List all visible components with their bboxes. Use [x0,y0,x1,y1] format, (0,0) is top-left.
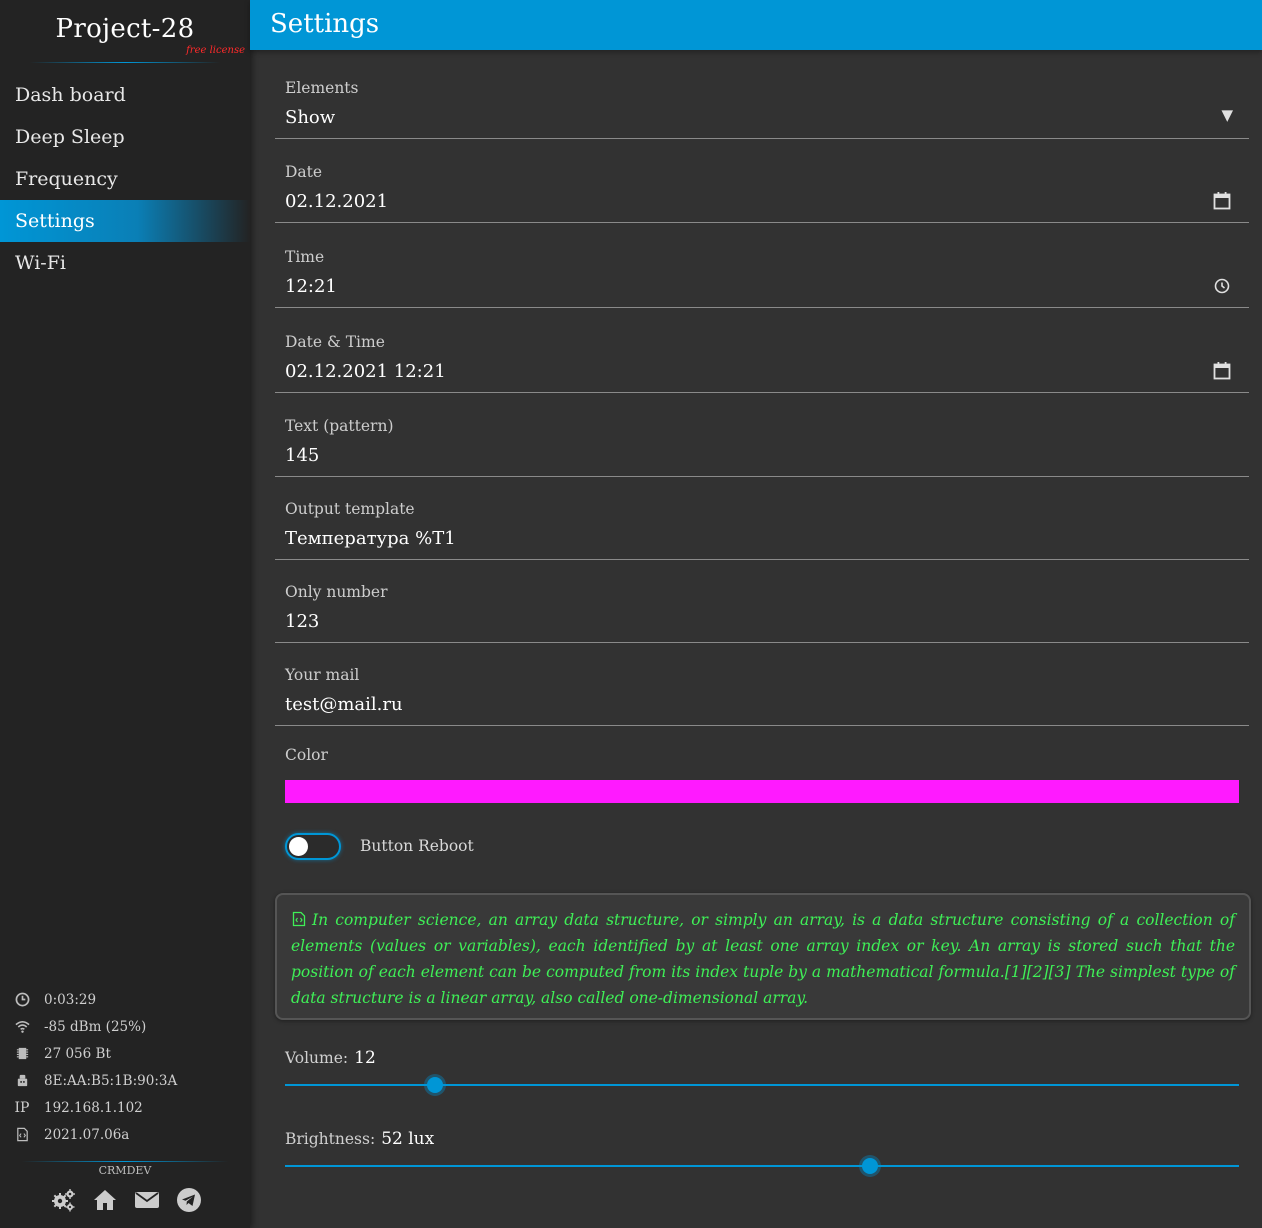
settings-form: Elements Show ▼ Date 02.12.2021 Time 12:… [250,50,1262,1228]
telegram-icon[interactable] [174,1186,204,1214]
only-number-value[interactable]: 123 [285,611,319,632]
email-value[interactable]: test@mail.ru [285,694,403,715]
footer-divider [22,1161,228,1162]
time-value[interactable]: 12:21 [285,276,337,297]
status-uptime: 0:03:29 [0,986,250,1013]
text-pattern-label: Text (pattern) [285,417,394,435]
footer-icons [48,1186,204,1214]
footer-brand: CRMDEV [98,1164,152,1177]
wifi-icon [13,1018,31,1036]
brand-title: Project-28 [55,14,195,44]
output-template-field[interactable]: Output template Температура %T1 [275,475,1249,560]
reboot-toggle[interactable] [285,833,341,860]
mac-value: 8E:AA:B5:1B:90:3A [44,1072,178,1089]
datetime-label: Date & Time [285,333,385,351]
chip-icon [13,1045,31,1063]
info-note: In computer science, an array data struc… [275,893,1251,1020]
status-firmware: 2021.07.06a [0,1121,250,1148]
sidebar-nav: Dash board Deep Sleep Frequency Settings… [0,74,250,284]
status-memory: 27 056 Bt [0,1040,250,1067]
memory-value: 27 056 Bt [44,1045,111,1062]
elements-value[interactable]: Show [285,107,335,128]
license-badge: free license [186,45,245,56]
status-wifi: -85 dBm (25%) [0,1013,250,1040]
volume-slider-thumb[interactable] [426,1077,443,1093]
date-field[interactable]: Date 02.12.2021 [275,138,1249,223]
calendar-icon[interactable] [1211,190,1233,212]
firmware-value: 2021.07.06a [44,1126,130,1143]
file-code-icon [292,911,306,927]
sidebar: Project-28 free license Dash board Deep … [0,0,250,1228]
top-bar: Settings [250,0,1262,50]
sidebar-item-deep-sleep[interactable]: Deep Sleep [0,116,250,158]
brightness-label-text: Brightness: [285,1130,376,1148]
mail-icon[interactable] [132,1186,162,1214]
robot-icon [13,1072,31,1090]
toggle-knob [289,837,308,856]
time-field[interactable]: Time 12:21 [275,223,1249,308]
sidebar-item-frequency[interactable]: Frequency [0,158,250,200]
sidebar-item-settings[interactable]: Settings [0,200,250,242]
only-number-label: Only number [285,583,388,601]
brightness-label: Brightness: 52 lux [285,1129,434,1149]
brightness-value: 52 lux [381,1129,435,1149]
volume-label: Volume: 12 [285,1048,376,1068]
sidebar-item-wifi[interactable]: Wi-Fi [0,242,250,284]
time-label: Time [285,248,325,266]
ip-icon: IP [14,1099,30,1116]
file-code-icon [13,1126,31,1144]
elements-select[interactable]: Elements Show ▼ [275,54,1249,139]
status-panel: 0:03:29 -85 dBm (25%) 27 056 Bt 8E:AA:B5… [0,986,250,1148]
status-mac: 8E:AA:B5:1B:90:3A [0,1067,250,1094]
output-template-label: Output template [285,500,415,518]
volume-label-text: Volume: [285,1049,349,1067]
sidebar-item-dashboard[interactable]: Dash board [0,74,250,116]
date-value[interactable]: 02.12.2021 [285,191,388,212]
brand: Project-28 free license [0,0,250,66]
text-pattern-field[interactable]: Text (pattern) 145 [275,392,1249,477]
text-pattern-value[interactable]: 145 [285,445,319,466]
only-number-field[interactable]: Only number 123 [275,558,1249,643]
note-text: In computer science, an array data struc… [291,907,1235,1011]
brightness-slider[interactable] [285,1158,1239,1174]
volume-slider[interactable] [285,1077,1239,1093]
calendar-icon[interactable] [1211,360,1233,382]
elements-label: Elements [285,79,359,97]
color-label: Color [285,746,328,764]
ip-value: 192.168.1.102 [44,1099,143,1116]
date-label: Date [285,163,323,181]
output-template-value[interactable]: Температура %T1 [285,528,456,549]
brand-divider [30,62,220,63]
note-body: In computer science, an array data struc… [291,911,1235,1007]
email-label: Your mail [285,666,360,684]
reboot-toggle-label: Button Reboot [360,837,474,855]
clock-icon[interactable] [1211,275,1233,297]
brightness-slider-thumb[interactable] [861,1158,878,1174]
clock-icon [13,991,31,1009]
datetime-value[interactable]: 02.12.2021 12:21 [285,361,446,382]
page-title: Settings [270,9,380,39]
home-icon[interactable] [90,1186,120,1214]
datetime-field[interactable]: Date & Time 02.12.2021 12:21 [275,308,1249,393]
status-ip: IP 192.168.1.102 [0,1094,250,1121]
chevron-down-icon[interactable]: ▼ [1221,106,1233,124]
wifi-value: -85 dBm (25%) [44,1018,147,1035]
email-field[interactable]: Your mail test@mail.ru [275,641,1249,726]
volume-value: 12 [354,1048,376,1068]
color-picker[interactable] [285,780,1239,803]
gears-icon[interactable] [48,1186,78,1214]
uptime-value: 0:03:29 [44,991,97,1008]
